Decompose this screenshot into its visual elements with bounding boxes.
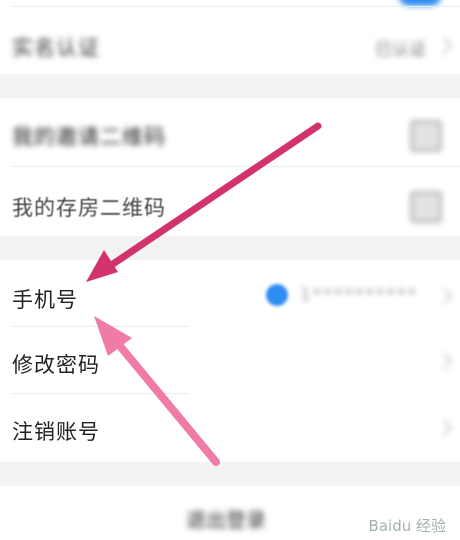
qr-code-icon	[410, 120, 442, 152]
phone-status-dot-icon	[266, 284, 288, 306]
settings-row-label: 手机号	[12, 288, 78, 312]
settings-row-label: 我的邀请二维码	[12, 125, 166, 149]
settings-row-phone[interactable]: 手机号 1**********	[0, 260, 460, 326]
settings-group-account: 实名认证 已认证	[0, 0, 460, 74]
settings-row-verification[interactable]: 实名认证 已认证	[0, 16, 460, 74]
settings-row-label: 我的存房二维码	[12, 196, 166, 220]
chevron-right-icon	[435, 37, 453, 55]
settings-row-label: 修改密码	[12, 353, 100, 377]
settings-group-security: 手机号 1********** 修改密码 注销账号	[0, 260, 460, 462]
watermark-logo: Baidu 经验	[369, 515, 446, 536]
settings-row-house-qrcode[interactable]: 我的存房二维码	[0, 167, 460, 236]
settings-row-label: 注销账号	[12, 420, 100, 444]
chevron-right-icon	[435, 352, 453, 370]
qr-code-icon	[410, 191, 442, 223]
chevron-right-icon	[435, 419, 453, 437]
phone-number-value: 1**********	[300, 285, 418, 305]
settings-row-delete-account[interactable]: 注销账号	[0, 394, 460, 462]
settings-row-label: 实名认证	[12, 36, 100, 60]
divider	[12, 6, 460, 7]
settings-row-value: 已认证	[375, 40, 426, 60]
settings-row-invite-qrcode[interactable]: 我的邀请二维码	[0, 98, 460, 166]
watermark-text: Baidu 经验	[368, 517, 446, 535]
chevron-right-icon	[435, 287, 453, 305]
logout-label: 退出登录	[186, 508, 266, 532]
settings-row-change-password[interactable]: 修改密码	[0, 327, 460, 393]
settings-group-qrcodes: 我的邀请二维码 我的存房二维码	[0, 98, 460, 236]
